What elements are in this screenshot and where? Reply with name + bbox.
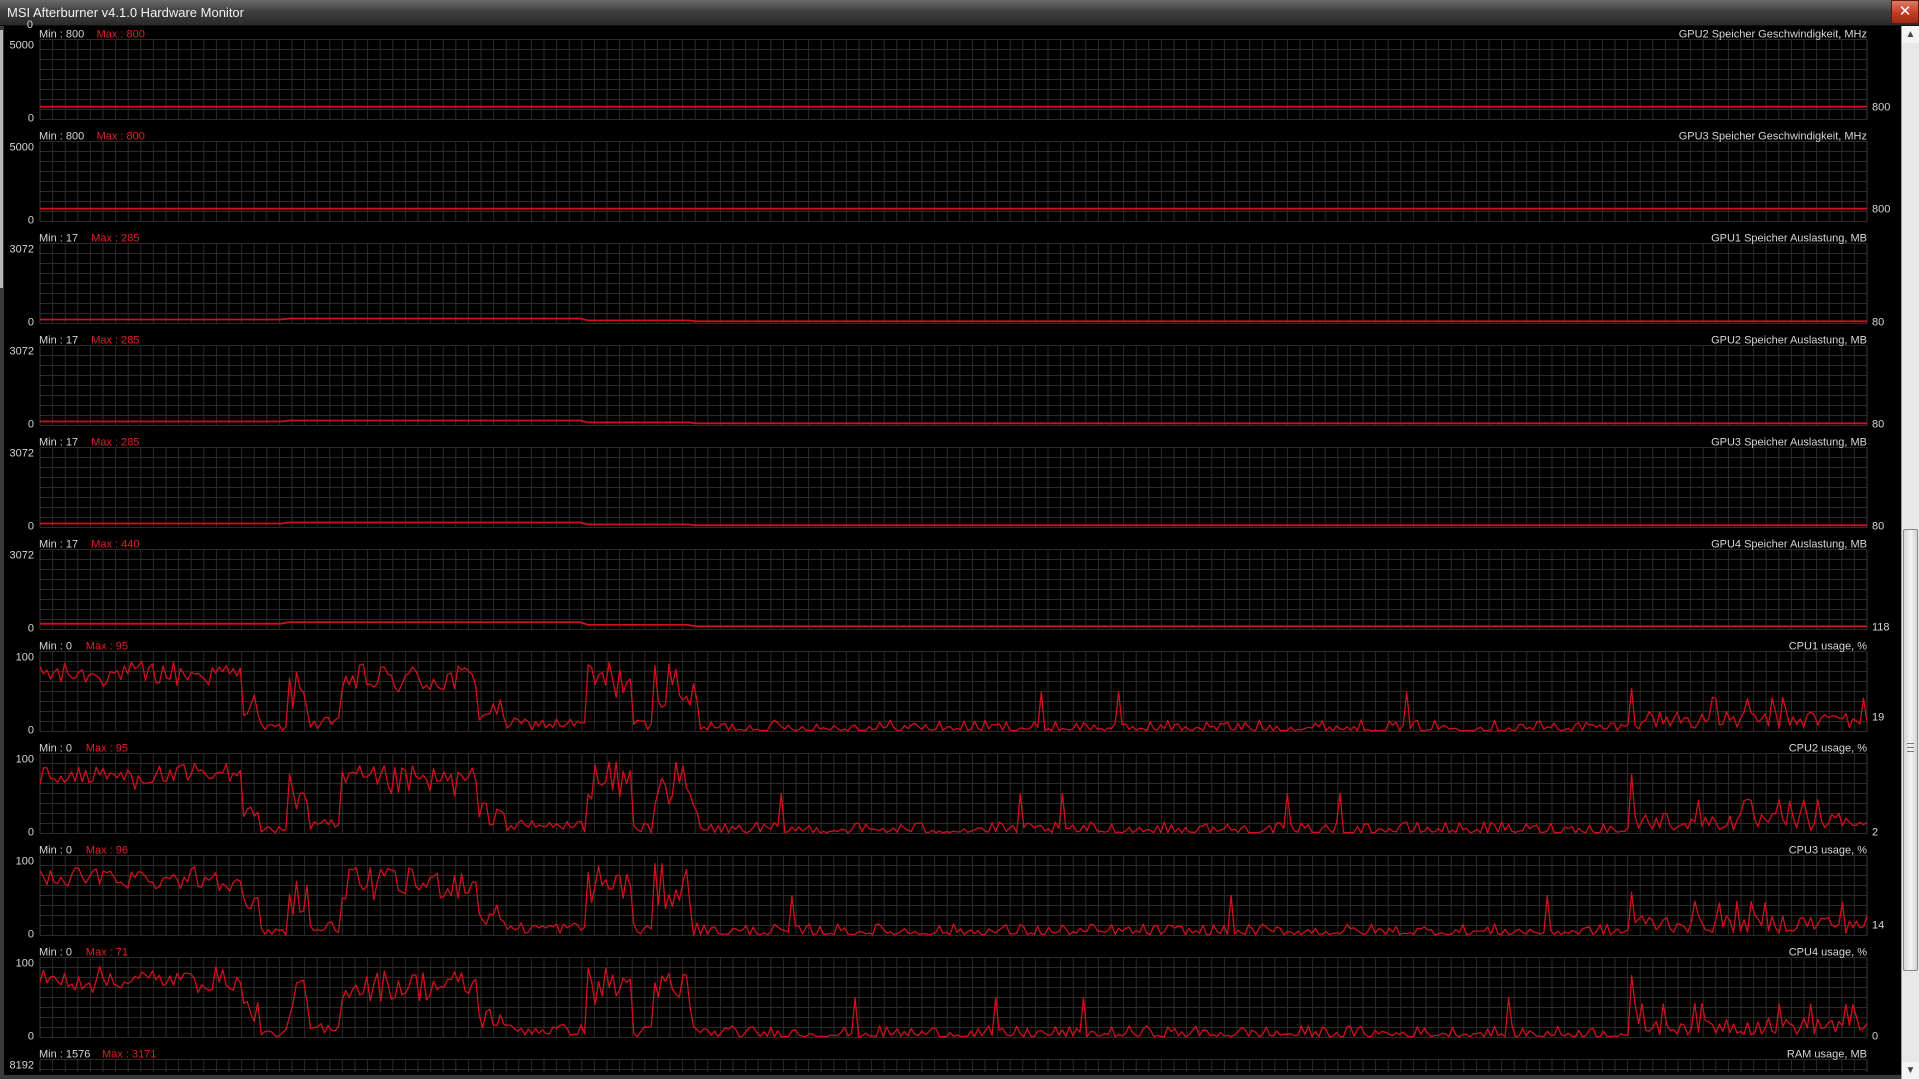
- graph-trace: [40, 419, 1867, 425]
- graph-title: GPU2 Speicher Auslastung, MB: [1711, 335, 1867, 347]
- window-frame-bottom: [0, 1075, 1919, 1079]
- y-axis-max-label: 3072: [10, 346, 34, 358]
- graph-trace: [40, 317, 1867, 323]
- min-label: Min : 17: [39, 335, 78, 347]
- max-label: Max : 95: [86, 641, 128, 653]
- y-axis-max-label: 100: [16, 754, 34, 766]
- graph-title: GPU3 Speicher Auslastung, MB: [1711, 437, 1867, 449]
- min-label: Min : 17: [39, 233, 78, 245]
- graph-title: GPU3 Speicher Geschwindigkeit, MHz: [1679, 131, 1867, 143]
- max-label: Max : 285: [91, 233, 139, 245]
- min-label: Min : 0: [39, 743, 72, 755]
- scroll-up-button[interactable]: ▲: [1902, 26, 1919, 43]
- hardware-monitor-window: MSI Afterburner v4.1.0 Hardware Monitor …: [0, 0, 1919, 1079]
- graph-trace: [40, 521, 1867, 527]
- max-label: Max : 96: [86, 845, 128, 857]
- graph-title: GPU1 Speicher Auslastung, MB: [1711, 233, 1867, 245]
- graph-trace: [39, 862, 1868, 936]
- y-axis-max-label: 3072: [10, 244, 34, 256]
- current-value-label: 80: [1872, 418, 1884, 430]
- y-axis-max-label: 5000: [10, 142, 34, 154]
- current-value-label: 800: [1872, 204, 1890, 216]
- current-value-label: 14: [1872, 919, 1884, 931]
- y-axis-min-label: 0: [28, 317, 34, 329]
- max-label: Max : 285: [91, 335, 139, 347]
- scroll-grip-icon: [1907, 743, 1914, 752]
- max-label: Max : 95: [86, 743, 128, 755]
- vertical-scrollbar[interactable]: ▲ ▼: [1901, 26, 1919, 1079]
- y-axis-min-label: 0: [28, 623, 34, 635]
- y-axis-max-label: 8192: [10, 1060, 34, 1072]
- graph-trace: [39, 761, 1868, 834]
- graph-trace: [40, 621, 1867, 628]
- scroll-thumb[interactable]: [1903, 529, 1918, 971]
- max-label: Max : 285: [91, 437, 139, 449]
- max-label: Max : 800: [97, 29, 145, 41]
- graph-title: CPU4 usage, %: [1789, 947, 1867, 959]
- graph-title: GPU4 Speicher Auslastung, MB: [1711, 539, 1867, 551]
- graph-title: CPU1 usage, %: [1789, 641, 1867, 653]
- current-value-label: 80: [1872, 316, 1884, 328]
- min-label: Min : 0: [39, 947, 72, 959]
- max-label: Max : 800: [97, 131, 145, 143]
- y-axis-min-label: 0: [28, 1031, 34, 1043]
- current-value-label: 80: [1872, 520, 1884, 532]
- graph-title: GPU2 Speicher Geschwindigkeit, MHz: [1679, 29, 1867, 41]
- current-value-label: 800: [1872, 102, 1890, 114]
- y-axis-max-label: 100: [16, 856, 34, 868]
- y-axis-min-label: 0: [28, 113, 34, 125]
- y-axis-max-label: 5000: [10, 40, 34, 52]
- y-axis-max-label: 3072: [10, 448, 34, 460]
- min-label: Min : 0: [39, 845, 72, 857]
- min-label: Min : 800: [39, 29, 84, 41]
- current-value-label: 19: [1872, 711, 1884, 723]
- y-axis-min-label: 0: [28, 725, 34, 737]
- max-label: Max : 3171: [102, 1049, 156, 1061]
- y-axis-min-label: 0: [28, 827, 34, 839]
- y-axis-max-label: 100: [16, 958, 34, 970]
- graph-title: RAM usage, MB: [1787, 1049, 1867, 1061]
- graph-title: CPU3 usage, %: [1789, 845, 1867, 857]
- y-tick-label: 0: [27, 19, 33, 31]
- y-axis-max-label: 3072: [10, 550, 34, 562]
- scroll-down-button[interactable]: ▼: [1902, 1062, 1919, 1079]
- y-axis-max-label: 100: [16, 652, 34, 664]
- monitor-graphs-area[interactable]: 0 Min : 800 Max : 800 GPU2 Speicher Geschwi…: [0, 0, 1900, 1079]
- min-label: Min : 17: [39, 539, 78, 551]
- current-value-label: 2: [1872, 827, 1878, 839]
- graph-title: CPU2 usage, %: [1789, 743, 1867, 755]
- y-axis-min-label: 0: [28, 929, 34, 941]
- max-label: Max : 71: [86, 947, 128, 959]
- max-label: Max : 440: [91, 539, 139, 551]
- current-value-label: 118: [1872, 621, 1890, 633]
- y-axis-min-label: 0: [28, 419, 34, 431]
- y-axis-min-label: 0: [28, 521, 34, 533]
- min-label: Min : 17: [39, 437, 78, 449]
- y-axis-min-label: 0: [28, 215, 34, 227]
- min-label: Min : 1576: [39, 1049, 90, 1061]
- min-label: Min : 0: [39, 641, 72, 653]
- current-value-label: 0: [1872, 1031, 1878, 1043]
- min-label: Min : 800: [39, 131, 84, 143]
